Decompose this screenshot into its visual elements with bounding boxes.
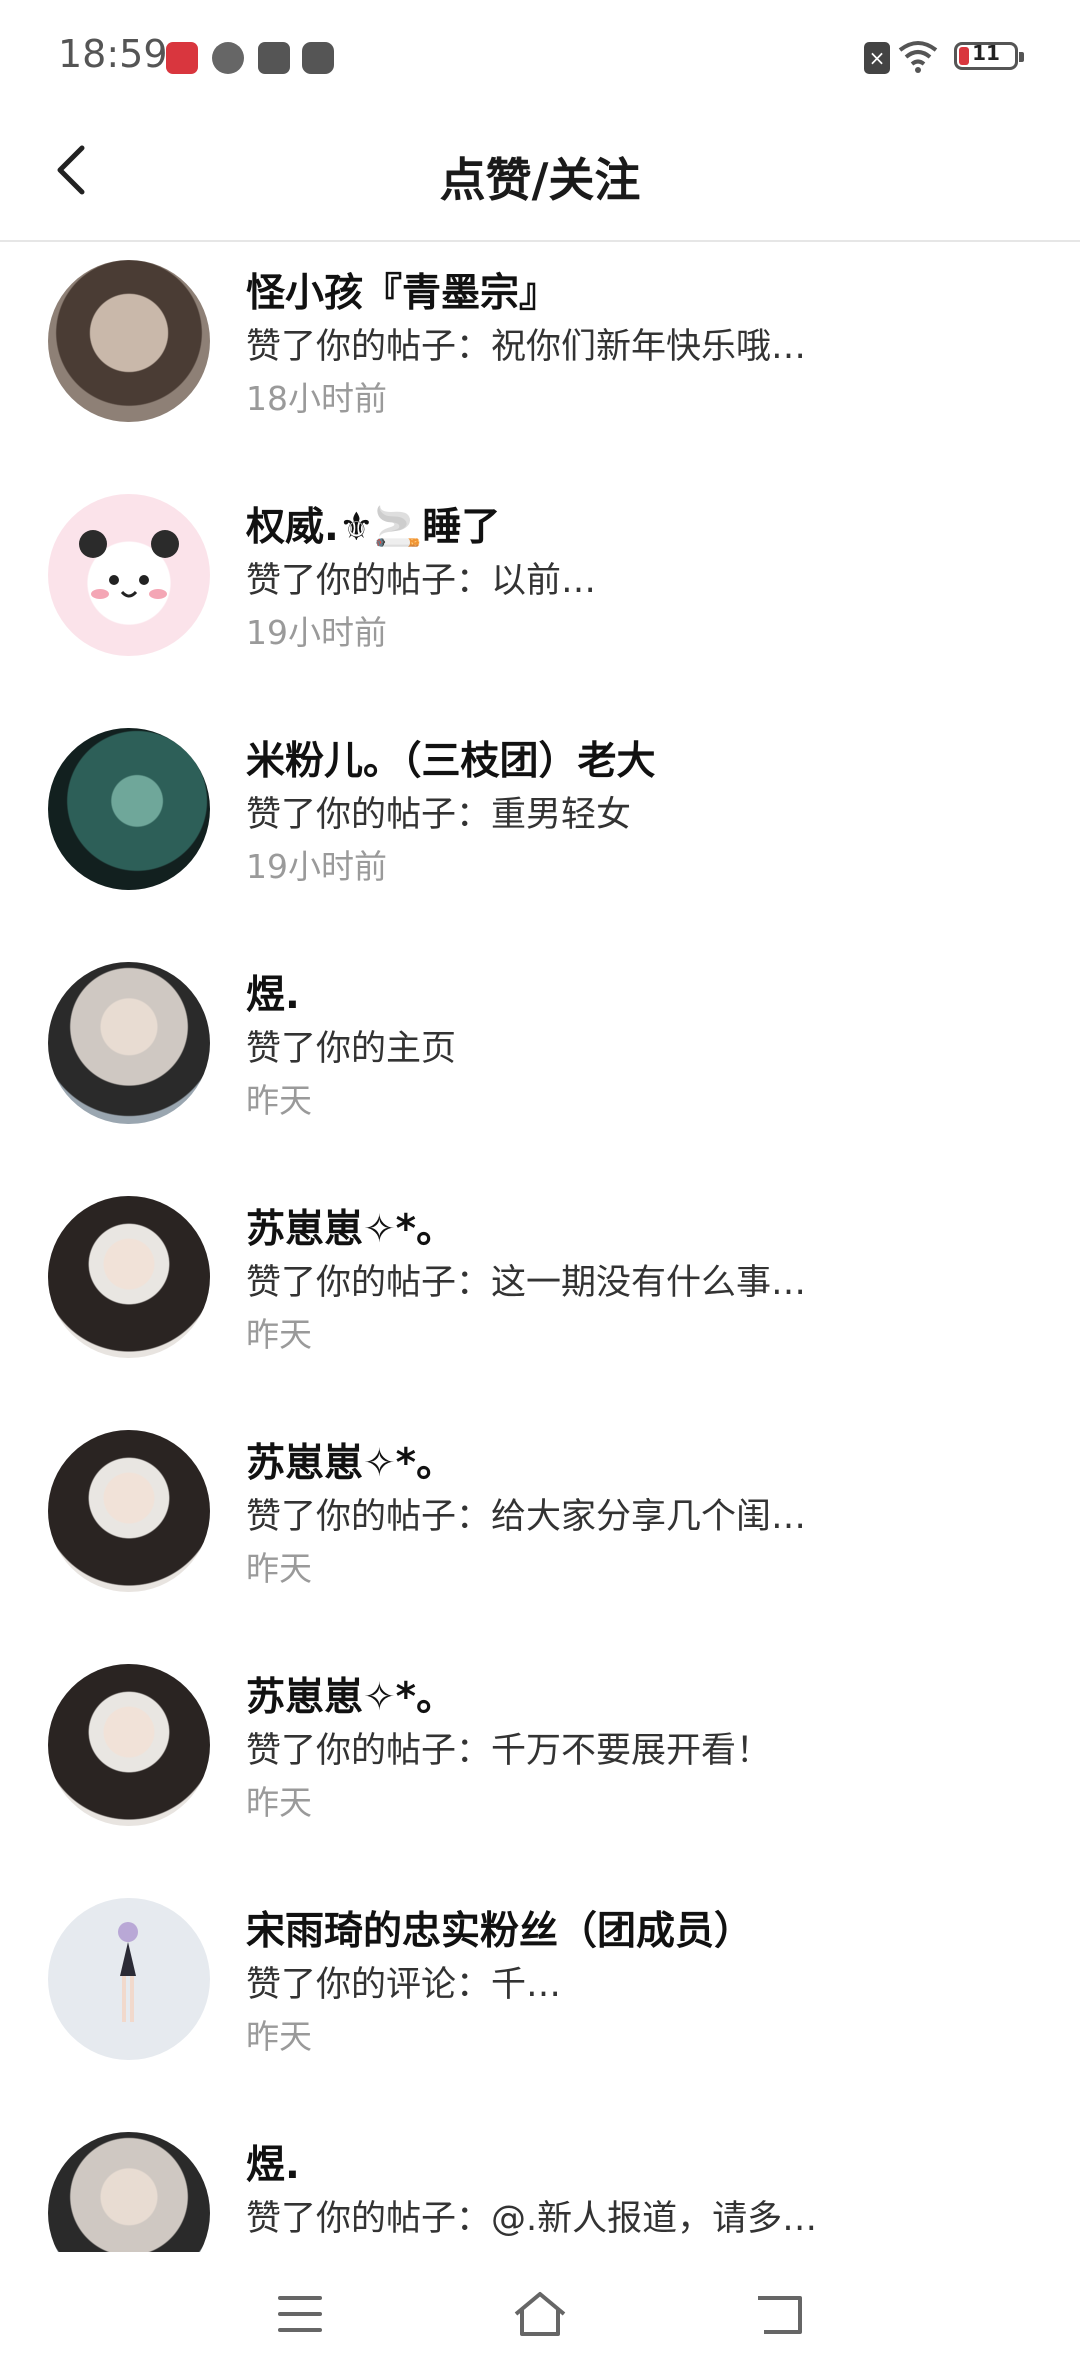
- notification-time: 昨天: [246, 2017, 312, 2056]
- system-nav-bar: [0, 2252, 1080, 2376]
- user-avatar[interactable]: [48, 260, 210, 422]
- notification-message: 赞了你的帖子：给大家分享几个闺…: [246, 1497, 807, 1537]
- notification-item[interactable]: 宋雨琦的忠实粉丝（团成员） 赞了你的评论：千… 昨天: [0, 1880, 1080, 2114]
- notification-item[interactable]: 怪小孩『青墨宗』 赞了你的帖子：祝你们新年快乐哦… 18小时前: [0, 242, 1080, 476]
- notification-message: 赞了你的评论：千…: [246, 1965, 562, 2005]
- user-name[interactable]: 煜.: [246, 964, 300, 1020]
- app-leaf-icon: [212, 42, 244, 74]
- notification-item[interactable]: 苏崽崽✧*。 赞了你的帖子：给大家分享几个闺… 昨天: [0, 1412, 1080, 1646]
- user-avatar[interactable]: [48, 2132, 210, 2252]
- back-icon[interactable]: [750, 2286, 810, 2342]
- user-name[interactable]: 宋雨琦的忠实粉丝（团成员）: [246, 1900, 753, 1956]
- notification-message: 赞了你的帖子：以前…: [246, 561, 597, 601]
- notification-item[interactable]: 苏崽崽✧*。 赞了你的帖子：这一期没有什么事… 昨天: [0, 1178, 1080, 1412]
- home-icon[interactable]: [510, 2286, 570, 2342]
- notification-item[interactable]: 米粉儿。（三枝团）老大 赞了你的帖子：重男轻女 19小时前: [0, 710, 1080, 944]
- app-red-icon: [166, 42, 198, 74]
- notification-item[interactable]: 煜. 赞了你的主页 昨天: [0, 944, 1080, 1178]
- user-avatar[interactable]: [48, 494, 210, 656]
- notification-message: 赞了你的帖子：这一期没有什么事…: [246, 1263, 807, 1303]
- notification-time: 18小时前: [246, 379, 387, 418]
- battery-level: 11: [972, 41, 1000, 65]
- user-name[interactable]: 煜.: [246, 2134, 300, 2190]
- user-avatar[interactable]: [48, 1196, 210, 1358]
- user-avatar[interactable]: [48, 728, 210, 890]
- notification-message: 赞了你的主页: [246, 1029, 457, 1069]
- user-name[interactable]: 苏崽崽✧*。: [246, 1666, 455, 1722]
- page-header: 点赞/关注: [0, 110, 1080, 242]
- notification-message: 赞了你的帖子：@.新人报道，请多…: [246, 2199, 818, 2239]
- user-avatar[interactable]: [48, 962, 210, 1124]
- user-avatar[interactable]: [48, 1664, 210, 1826]
- notification-message: 赞了你的帖子：祝你们新年快乐哦…: [246, 327, 807, 367]
- page-title: 点赞/关注: [439, 153, 641, 207]
- notification-time: 昨天: [246, 1081, 312, 1120]
- notification-item[interactable]: 煜. 赞了你的帖子：@.新人报道，请多…: [0, 2114, 1080, 2252]
- user-name[interactable]: 米粉儿。（三枝团）老大: [246, 730, 656, 786]
- user-avatar[interactable]: [48, 1430, 210, 1592]
- notification-time: 昨天: [246, 1315, 312, 1354]
- user-name[interactable]: 苏崽崽✧*。: [246, 1432, 455, 1488]
- wifi-icon: [898, 41, 938, 73]
- status-bar: 18:59 × 11: [0, 0, 1080, 110]
- notification-message: 赞了你的帖子：重男轻女: [246, 795, 632, 835]
- status-time: 18:59: [58, 32, 168, 76]
- status-right-icons: × 11: [840, 36, 1080, 76]
- sim-off-icon: ×: [864, 42, 890, 74]
- notification-message: 赞了你的帖子：千万不要展开看！: [246, 1731, 772, 1771]
- play-icon: [302, 42, 334, 74]
- battery-icon: 11: [954, 41, 1024, 70]
- mail-icon: [258, 42, 290, 74]
- notification-list[interactable]: 怪小孩『青墨宗』 赞了你的帖子：祝你们新年快乐哦… 18小时前 权威.⚜🚬睡了 …: [0, 242, 1080, 2252]
- user-avatar[interactable]: [48, 1898, 210, 2060]
- notification-time: 19小时前: [246, 847, 387, 886]
- notification-time: 昨天: [246, 1783, 312, 1822]
- notification-time: 昨天: [246, 1549, 312, 1588]
- notification-item[interactable]: 苏崽崽✧*。 赞了你的帖子：千万不要展开看！ 昨天: [0, 1646, 1080, 1880]
- user-name[interactable]: 苏崽崽✧*。: [246, 1198, 455, 1254]
- notification-item[interactable]: 权威.⚜🚬睡了 赞了你的帖子：以前… 19小时前: [0, 476, 1080, 710]
- notification-time: 19小时前: [246, 613, 387, 652]
- user-name[interactable]: 权威.⚜🚬睡了: [246, 496, 500, 552]
- menu-icon[interactable]: [270, 2286, 330, 2342]
- user-name[interactable]: 怪小孩『青墨宗』: [246, 262, 558, 318]
